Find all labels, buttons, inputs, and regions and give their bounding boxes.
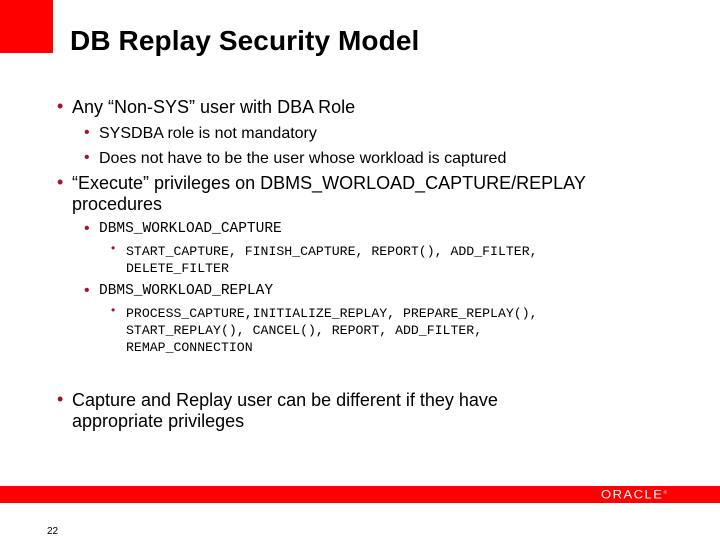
- bullet-icon: •: [111, 303, 116, 317]
- replay-procedures-line1: PROCESS_CAPTURE,INITIALIZE_REPLAY, PREPA…: [126, 306, 538, 321]
- bullet-3-text-line1: Capture and Replay user can be different…: [72, 390, 498, 410]
- corner-accent-block: [0, 0, 53, 53]
- bullet-icon: •: [57, 389, 64, 409]
- registered-mark: ®: [663, 490, 668, 496]
- replay-procedures-line3: REMAP_CONNECTION: [126, 340, 253, 355]
- bullet-icon: •: [57, 96, 64, 116]
- package-replay: DBMS_WORKLOAD_REPLAY: [99, 283, 274, 299]
- package-capture: DBMS_WORKLOAD_CAPTURE: [99, 221, 282, 237]
- bullet-2-text-line1: “Execute” privileges on DBMS_WORLOAD_CAP…: [72, 173, 586, 193]
- bullet-icon: •: [84, 220, 90, 237]
- page-number: 22: [47, 526, 59, 537]
- bullet-3-text-line2: appropriate privileges: [72, 411, 245, 431]
- bullet-1-text: Any “Non-SYS” user with DBA Role: [72, 97, 356, 117]
- oracle-logo: ORACLE®: [601, 488, 667, 502]
- bullet-2-text-line2: procedures: [72, 194, 163, 214]
- replay-procedures-line2: START_REPLAY(), CANCEL(), REPORT, ADD_FI…: [126, 323, 483, 338]
- bullet-icon: •: [84, 124, 90, 141]
- capture-procedures-line1: START_CAPTURE, FINISH_CAPTURE, REPORT(),…: [126, 244, 538, 259]
- bullet-icon: •: [57, 172, 64, 192]
- capture-procedures-line2: DELETE_FILTER: [126, 261, 229, 276]
- oracle-logo-text: ORACLE: [601, 487, 664, 502]
- bullet-1-sub-1: SYSDBA role is not mandatory: [99, 125, 317, 142]
- slide-title: DB Replay Security Model: [70, 25, 420, 56]
- bullet-1-sub-2: Does not have to be the user whose workl…: [99, 150, 507, 167]
- bullet-icon: •: [111, 241, 116, 255]
- bullet-icon: •: [84, 282, 90, 299]
- bullet-icon: •: [84, 149, 90, 166]
